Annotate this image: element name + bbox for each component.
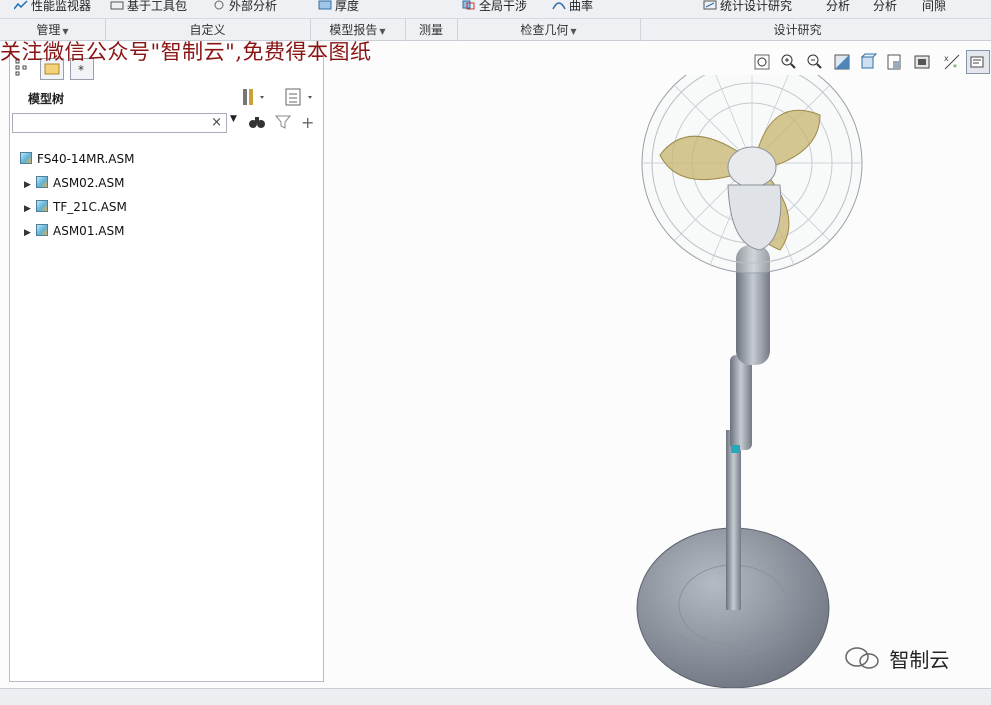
performance-monitor-icon: [14, 0, 28, 10]
display-style-button[interactable]: [856, 50, 880, 74]
expand-arrow-icon[interactable]: ▶: [24, 200, 36, 218]
curvature-button[interactable]: 曲率: [552, 0, 614, 14]
chevron-down-icon: ▼: [230, 114, 237, 124]
wechat-icon: [843, 647, 889, 672]
group-inspect-geometry[interactable]: 检查几何 ▼: [457, 19, 641, 41]
clearance-button[interactable]: 间隙: [922, 0, 952, 14]
svg-text:x: x: [944, 54, 949, 63]
curvature-icon: [552, 0, 566, 10]
assembly-icon: [36, 200, 48, 212]
group-design-study: 设计研究: [773, 23, 822, 37]
tree-root[interactable]: FS40-14MR.ASM: [20, 150, 134, 168]
favorites-icon: *: [71, 63, 93, 82]
datum-display-icon: x*: [944, 54, 960, 72]
filter-icon: [274, 115, 292, 133]
tree-item[interactable]: ▶ ASM01.ASM: [24, 222, 124, 240]
model-tree-icon: [14, 59, 30, 81]
toolkit-button[interactable]: 基于工具包: [110, 0, 200, 14]
refit-button[interactable]: [750, 50, 774, 74]
assembly-icon: [36, 224, 48, 236]
refit-icon: [754, 54, 770, 70]
global-interference-icon: [462, 0, 476, 10]
list-icon: [284, 88, 318, 111]
tree-item[interactable]: ▶ ASM02.ASM: [24, 174, 124, 192]
zoom-out-icon: [807, 54, 822, 69]
annotation-display-icon: [970, 56, 984, 68]
search-options-dropdown[interactable]: ▼: [230, 114, 237, 124]
thickness-icon: [318, 0, 332, 10]
saved-orientations-button[interactable]: [882, 50, 906, 74]
expand-arrow-icon[interactable]: ▶: [24, 176, 36, 194]
status-bar: [0, 688, 991, 705]
watermark-text: 关注微信公众号"智制云",免费得本图纸: [0, 40, 372, 64]
show-columns-button[interactable]: [284, 86, 318, 111]
view-manager-button[interactable]: [910, 50, 934, 74]
filter-button[interactable]: [274, 114, 292, 133]
saved-orientations-icon: [887, 54, 901, 70]
chevron-down-icon: ▼: [570, 27, 577, 36]
ribbon: 性能监视器 基于工具包 外部分析 厚度 全局干涉 曲率 统计设计研究 分析 分析…: [0, 0, 991, 41]
display-style-icon: [860, 53, 878, 69]
model-tree-title: 模型树: [28, 92, 65, 106]
repaint-icon: [834, 54, 850, 70]
zoom-in-button[interactable]: [776, 50, 800, 74]
external-analysis-button[interactable]: 外部分析: [212, 0, 292, 14]
datum-display-button[interactable]: x *: [940, 50, 964, 74]
view-manager-icon: [914, 55, 930, 69]
toolkit-icon: [110, 0, 124, 10]
statistical-design-study-button[interactable]: 统计设计研究: [703, 0, 803, 14]
expand-arrow-icon[interactable]: ▶: [24, 224, 36, 242]
folder-icon: [41, 63, 63, 82]
external-analysis-icon: [212, 0, 226, 10]
group-measure: 测量: [405, 19, 458, 41]
search-input[interactable]: ×: [12, 113, 227, 133]
clear-search-icon[interactable]: ×: [211, 114, 222, 132]
analysis-button-2[interactable]: 分析: [873, 0, 903, 14]
binoculars-icon: [248, 117, 266, 133]
performance-monitor-button[interactable]: 性能监视器: [14, 0, 104, 14]
tools-icon: [240, 89, 268, 111]
tree-item[interactable]: ▶ TF_21C.ASM: [24, 198, 127, 216]
assembly-icon: [36, 176, 48, 188]
find-button[interactable]: [248, 114, 266, 133]
repaint-button[interactable]: [830, 50, 854, 74]
zoom-in-icon: [781, 54, 796, 69]
brand-label: 智制云: [843, 644, 949, 673]
chevron-down-icon: ▼: [379, 27, 386, 36]
add-button[interactable]: +: [301, 113, 314, 132]
statistical-design-study-icon: [703, 0, 717, 10]
thickness-button[interactable]: 厚度: [318, 0, 378, 14]
svg-text:*: *: [953, 63, 957, 72]
graphics-area[interactable]: [620, 52, 920, 698]
analysis-button-1[interactable]: 分析: [826, 0, 856, 14]
chevron-down-icon: ▼: [62, 27, 69, 36]
tree-settings-button[interactable]: [240, 86, 268, 111]
assembly-icon: [20, 152, 32, 164]
fan-model: [636, 52, 863, 689]
annotation-display-button[interactable]: [966, 50, 990, 74]
global-interference-button[interactable]: 全局干涉: [462, 0, 546, 14]
zoom-out-button[interactable]: [802, 50, 826, 74]
plus-icon: +: [301, 113, 315, 132]
